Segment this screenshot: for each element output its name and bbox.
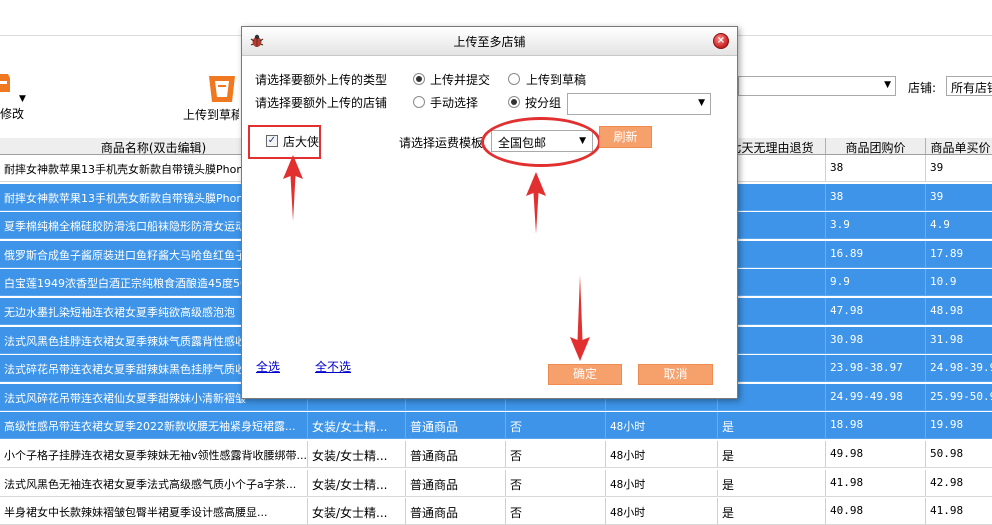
type-cell: 普通商品 <box>406 412 506 439</box>
single-price-cell: 10.9 <box>926 269 992 295</box>
category-cell: 女装/女士精... <box>308 441 406 467</box>
category-cell: 女装/女士精... <box>308 498 406 525</box>
table-row[interactable]: 高级性感吊带连衣裙女夏季2022新款收腰无袖紧身短裙露... 女装/女士精... 普… <box>0 412 992 440</box>
dialog-titlebar[interactable]: 上传至多店铺 × <box>242 27 737 56</box>
radio-upload-submit-label[interactable]: 上传并提交 <box>430 71 490 88</box>
flag-cell: 否 <box>506 441 606 467</box>
dialog-title: 上传至多店铺 <box>453 35 526 49</box>
type-cell: 普通商品 <box>406 498 506 525</box>
single-price-cell: 42.98 <box>926 470 992 496</box>
return-policy-cell: 是 <box>718 441 826 467</box>
product-name-cell: 法式风黑色无袖连衣裙女夏季法式高级感气质小个子a字茶... <box>0 469 308 496</box>
radio-by-group-label[interactable]: 按分组 <box>525 94 561 111</box>
single-price-cell: 41.98 <box>926 498 992 524</box>
product-name-cell: 半身裙女中长款辣妹褶皱包臀半裙夏季设计感高腰显... <box>0 498 308 525</box>
freight-template-label: 请选择运费模板 <box>399 136 484 150</box>
upload-store-label: 请选择要额外上传的店铺 <box>255 96 388 110</box>
shipping-time-cell: 48小时 <box>606 498 718 525</box>
group-select[interactable]: ▼ <box>567 93 711 115</box>
radio-upload-draft-label[interactable]: 上传到草稿 <box>526 71 586 88</box>
shipping-time-cell: 48小时 <box>606 412 718 439</box>
group-price-cell: 18.98 <box>826 412 926 439</box>
category-cell: 女装/女士精... <box>308 469 406 496</box>
table-row[interactable]: 法式风黑色无袖连衣裙女夏季法式高级感气质小个子a字茶... 女装/女士精... 普通… <box>0 469 992 497</box>
radio-upload-submit[interactable] <box>413 73 425 85</box>
cancel-button[interactable]: 取消 <box>638 364 713 385</box>
group-price-cell: 38 <box>826 155 926 181</box>
annotation-highlight-box <box>248 125 321 159</box>
annotation-arrow-up-icon <box>283 155 303 221</box>
annotation-arrow-up-icon <box>526 172 546 234</box>
single-price-cell: 39 <box>926 155 992 181</box>
group-price-cell: 30.98 <box>826 326 926 353</box>
single-price-cell: 4.9 <box>926 212 992 238</box>
type-cell: 普通商品 <box>406 441 506 467</box>
chevron-down-icon: ▼ <box>884 80 891 90</box>
group-price-cell: 41.98 <box>826 469 926 496</box>
column-header-group-price[interactable]: 商品团购价 <box>826 138 926 154</box>
single-price-cell: 48.98 <box>926 298 992 324</box>
upload-draft-button-label[interactable]: 上传到草稿 <box>183 106 239 123</box>
group-price-cell: 47.98 <box>826 298 926 324</box>
shipping-time-cell: 48小时 <box>606 469 718 496</box>
chevron-down-icon: ▼ <box>698 98 705 108</box>
flag-cell: 否 <box>506 412 606 439</box>
category-select[interactable]: ▼ <box>738 76 896 96</box>
return-policy-cell: 是 <box>718 498 826 525</box>
group-price-cell: 40.98 <box>826 498 926 525</box>
radio-manual-select-label[interactable]: 手动选择 <box>430 94 478 111</box>
single-price-cell: 50.98 <box>926 441 992 467</box>
type-cell: 普通商品 <box>406 469 506 496</box>
modify-icon[interactable] <box>0 72 10 94</box>
chevron-down-icon[interactable]: ▼ <box>19 94 26 104</box>
flag-cell: 否 <box>506 498 606 525</box>
flag-cell: 否 <box>506 469 606 496</box>
group-price-cell: 38 <box>826 183 926 210</box>
product-name-cell: 小个子格子挂脖连衣裙女夏季辣妹无袖v领性感露背收腰绑带... <box>0 441 308 467</box>
group-price-cell: 16.89 <box>826 240 926 267</box>
table-row[interactable]: 小个子格子挂脖连衣裙女夏季辣妹无袖v领性感露背收腰绑带... 女装/女士精... 普… <box>0 441 992 468</box>
single-price-cell: 31.98 <box>926 327 992 353</box>
radio-upload-draft[interactable] <box>508 73 520 85</box>
select-all-link[interactable]: 全选 <box>256 358 280 375</box>
single-price-cell: 19.98 <box>926 412 992 438</box>
radio-by-group[interactable] <box>508 96 520 108</box>
annotation-arrow-down-icon <box>570 275 590 361</box>
group-price-cell: 9.9 <box>826 269 926 296</box>
return-policy-cell: 是 <box>718 412 826 439</box>
group-price-cell: 49.98 <box>826 441 926 467</box>
modify-button-label[interactable]: 修改 <box>0 105 24 122</box>
group-price-cell: 23.98-38.97 <box>826 355 926 382</box>
annotation-highlight-ellipse <box>481 117 601 167</box>
radio-manual-select[interactable] <box>413 96 425 108</box>
single-price-cell: 17.89 <box>926 241 992 267</box>
upload-multi-store-dialog[interactable]: 上传至多店铺 × 请选择要额外上传的类型 上传并提交 上传到草稿 请选择要额外上… <box>241 26 738 399</box>
close-icon[interactable]: × <box>713 33 729 49</box>
store-filter-label: 店铺: <box>908 81 937 95</box>
single-price-cell: 25.99-50.98 <box>926 384 992 410</box>
group-price-cell: 24.99-49.98 <box>826 383 926 410</box>
refresh-button[interactable]: 刷新 <box>599 126 652 148</box>
category-cell: 女装/女士精... <box>308 412 406 439</box>
return-policy-cell: 是 <box>718 469 826 496</box>
column-header-single-price[interactable]: 商品单买价 <box>926 138 992 154</box>
shipping-time-cell: 48小时 <box>606 441 718 467</box>
group-price-cell: 3.9 <box>826 212 926 239</box>
single-price-cell: 24.98-39.97 <box>926 355 992 381</box>
table-row[interactable]: 半身裙女中长款辣妹褶皱包臀半裙夏季设计感高腰显... 女装/女士精... 普通商品否… <box>0 498 992 525</box>
deselect-all-link[interactable]: 全不选 <box>315 358 351 375</box>
upload-type-label: 请选择要额外上传的类型 <box>255 73 388 87</box>
single-price-cell: 39 <box>926 184 992 210</box>
upload-draft-icon[interactable] <box>206 72 238 104</box>
product-name-cell: 高级性感吊带连衣裙女夏季2022新款收腰无袖紧身短裙露... <box>0 412 308 439</box>
ok-button[interactable]: 确定 <box>548 364 622 385</box>
store-filter-select[interactable]: 所有店铺 <box>946 76 992 96</box>
